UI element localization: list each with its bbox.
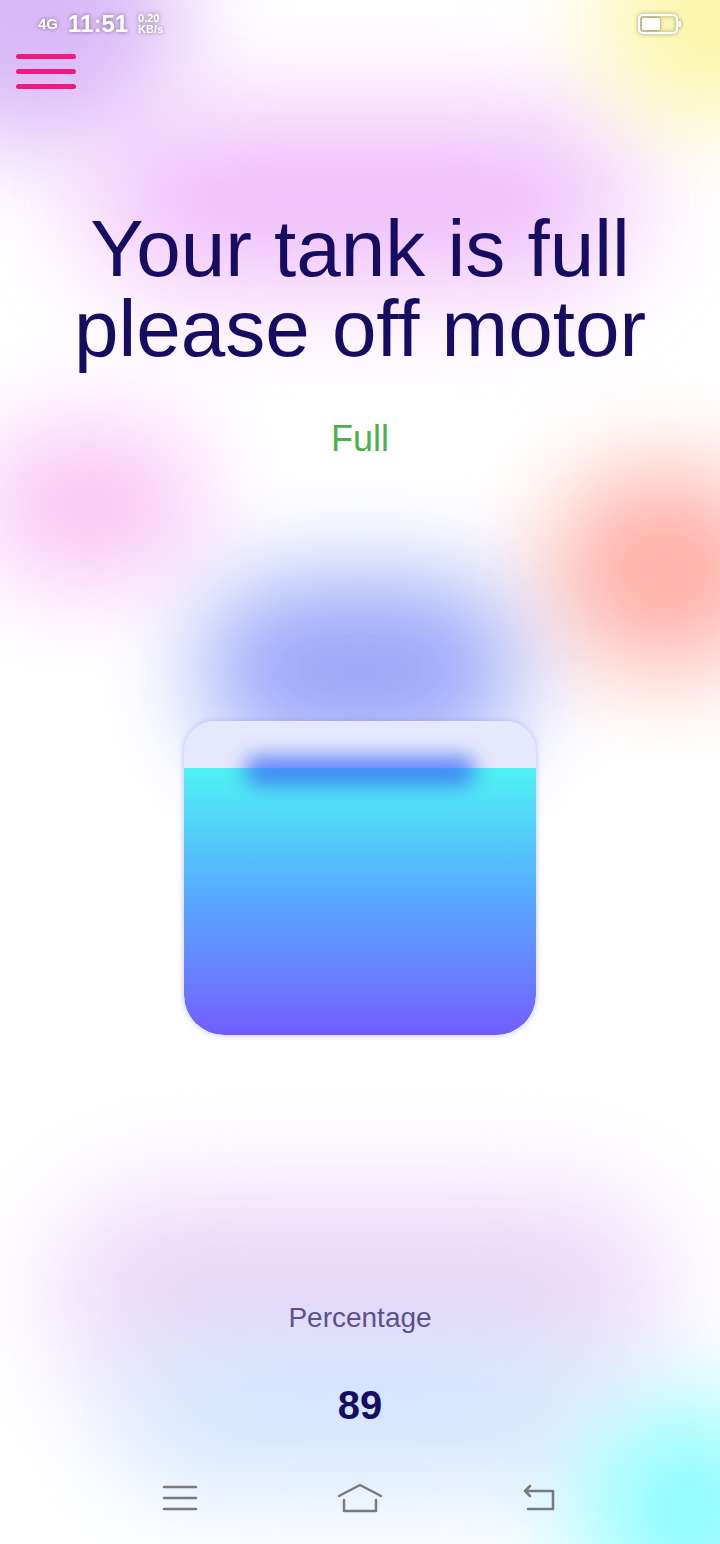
water-tank [184, 721, 536, 1035]
back-icon[interactable] [522, 1483, 558, 1513]
percentage-value: 89 [338, 1383, 383, 1427]
navigation-bar [0, 1460, 720, 1544]
percentage-label: Percentage [288, 1301, 431, 1335]
bg-glow-bottom [60, 1200, 660, 1380]
title: Your tank is full please off motor [50, 209, 670, 369]
water-fill [184, 768, 536, 1035]
status-time: 11:51 [68, 6, 128, 42]
menu-nav-icon[interactable] [162, 1483, 198, 1513]
status-bar: 4G 11:51 0.20KB/s [0, 0, 720, 48]
battery-icon [638, 13, 682, 35]
network-label: 4G [38, 13, 58, 36]
bg-glow-bottom-right [580, 1400, 720, 1544]
home-icon[interactable] [336, 1482, 384, 1514]
app-screen: 4G 11:51 0.20KB/s Your tank is full please … [0, 0, 720, 1544]
status-text: Full [331, 419, 389, 459]
menu-button[interactable] [16, 52, 76, 91]
bg-glow-top-right [600, 0, 720, 120]
network-speed: 0.20KB/s [138, 13, 163, 35]
bg-glow-right [550, 470, 720, 670]
bg-glow-left [0, 430, 200, 580]
